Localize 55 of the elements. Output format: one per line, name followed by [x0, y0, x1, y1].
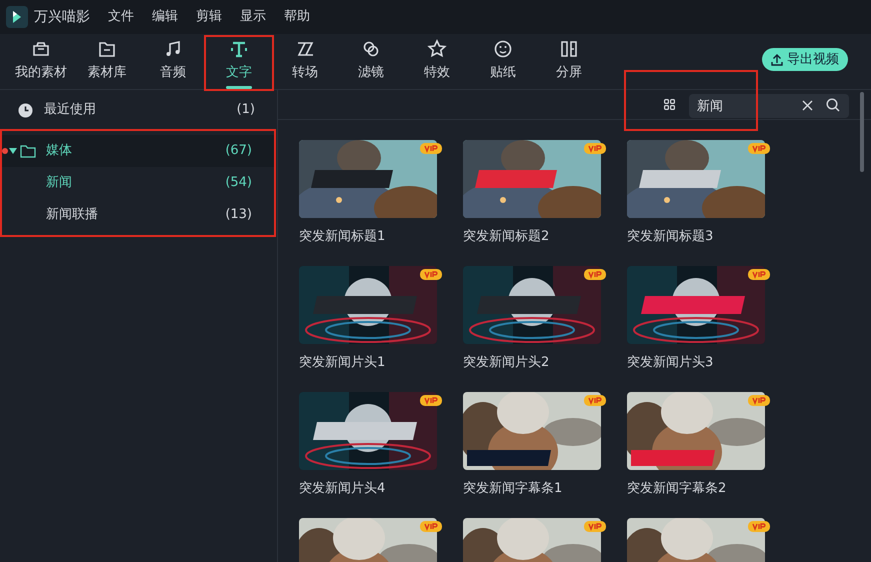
tab[interactable]: 转场	[272, 37, 338, 89]
close-icon[interactable]	[802, 100, 813, 110]
menu-item[interactable]: 剪辑	[196, 7, 222, 27]
category-label: 媒体	[46, 142, 73, 160]
item-count: (67)	[225, 142, 252, 160]
template-title: 突发新闻标题1	[299, 228, 386, 246]
item-count: (13)	[225, 206, 252, 224]
split-icon	[559, 39, 579, 59]
category-label: 新闻联播	[46, 206, 99, 224]
clock-icon	[18, 102, 33, 118]
template-title: 突发新闻字幕条2	[627, 480, 728, 498]
template-title: 突发新闻标题2	[463, 228, 550, 246]
app-logo-icon	[6, 6, 28, 28]
export-button[interactable]: 导出视频	[762, 48, 848, 71]
tab[interactable]: 分屏	[536, 37, 602, 89]
scrollbar-thumb[interactable]	[860, 92, 864, 172]
tab[interactable]: 音频	[140, 37, 206, 89]
text-icon	[229, 39, 249, 59]
filter-icon	[361, 39, 381, 59]
upload-icon	[771, 54, 783, 66]
expand-caret-icon[interactable]	[9, 148, 17, 154]
template-title: 突发新闻片头3	[627, 354, 714, 372]
search-field[interactable]: 新闻	[689, 94, 849, 118]
template-title: 突发新闻片头2	[463, 354, 550, 372]
category-item[interactable]: 新闻联播 (13)	[2, 199, 274, 231]
folder-icon	[97, 39, 117, 59]
menu-item[interactable]: 编辑	[152, 7, 178, 27]
tab[interactable]: 我的素材	[8, 37, 74, 89]
category-label: 最近使用	[44, 101, 97, 120]
item-count: (54)	[225, 174, 252, 192]
tab[interactable]: 贴纸	[470, 37, 536, 89]
app-name: 万兴喵影	[34, 8, 90, 26]
search-icon[interactable]	[826, 98, 840, 112]
menu-item[interactable]: 文件	[108, 7, 134, 27]
tab[interactable]: 素材库	[74, 37, 140, 89]
tab[interactable]: 特效	[404, 37, 470, 89]
template-title: 突发新闻片头4	[299, 480, 386, 498]
category-label: 新闻	[46, 174, 73, 192]
sticker-icon	[493, 39, 513, 59]
category-item[interactable]: 媒体 (67)	[2, 135, 274, 167]
template-title: 突发新闻标题3	[627, 228, 714, 246]
menu-item[interactable]: 帮助	[284, 7, 310, 27]
template-title: 突发新闻片头1	[299, 354, 386, 372]
item-count: (1)	[236, 101, 255, 120]
category-item[interactable]: 新闻 (54)	[2, 167, 274, 199]
menu-item[interactable]: 显示	[240, 7, 266, 27]
box-icon	[31, 39, 51, 59]
template-title: 突发新闻字幕条1	[463, 480, 564, 498]
category-item[interactable]: 最近使用 (1)	[0, 94, 277, 126]
tab[interactable]: 滤镜	[338, 37, 404, 89]
tab[interactable]: 文字	[206, 37, 272, 89]
grid-view-icon[interactable]	[664, 99, 675, 110]
transition-icon	[295, 39, 315, 59]
folder-icon	[20, 144, 36, 158]
star-icon	[427, 39, 447, 59]
